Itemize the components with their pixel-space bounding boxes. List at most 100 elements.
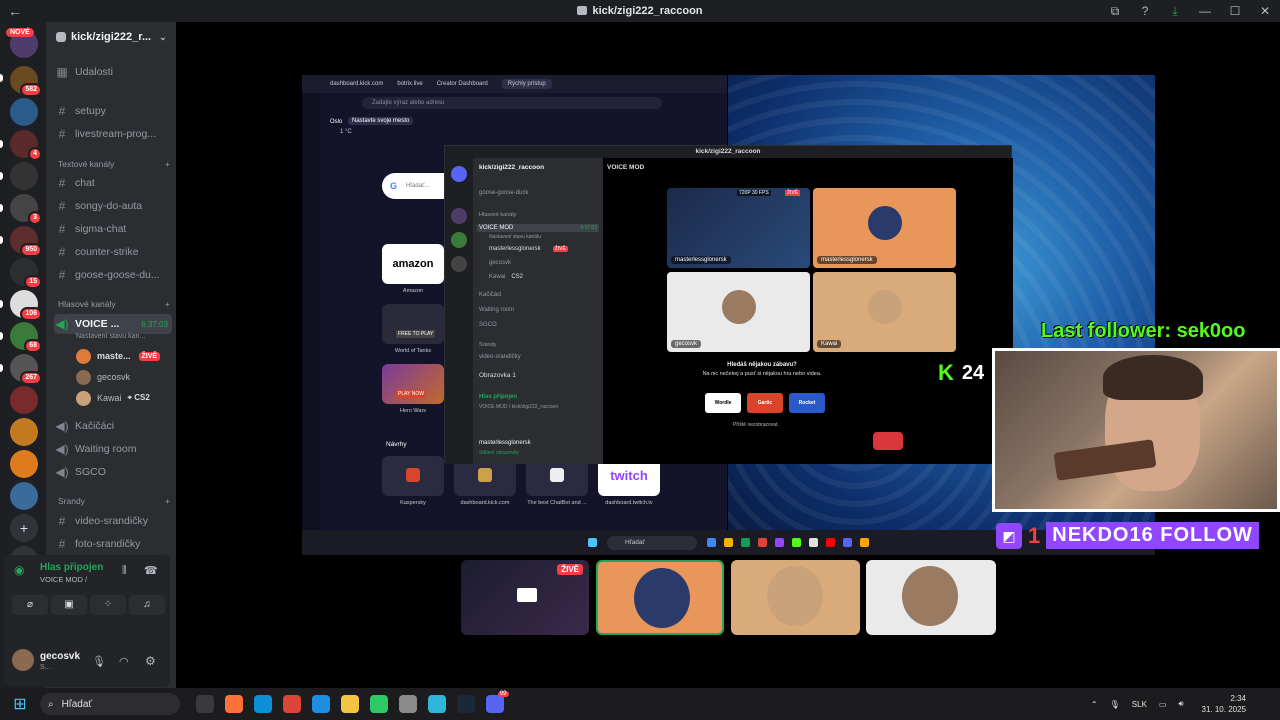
hash-icon: # [58, 222, 66, 236]
firefox-icon[interactable] [224, 695, 243, 713]
voice-channel-label[interactable]: VOICE MOD / [40, 575, 87, 584]
user-name[interactable]: gecosvk [40, 651, 80, 662]
server-icon[interactable] [10, 482, 38, 510]
category-srandy[interactable]: Srandy + [58, 496, 170, 506]
app-icon[interactable] [195, 695, 214, 713]
voice-channel[interactable]: ◀) Waiting room [54, 439, 172, 459]
server-icon[interactable] [10, 418, 38, 446]
avatar [76, 369, 91, 385]
disconnect-icon[interactable]: ☎ [144, 564, 158, 577]
chevron-up-icon[interactable]: ⌃ [1091, 700, 1098, 709]
help-icon[interactable]: ? [1130, 4, 1160, 18]
microphone-icon[interactable]: 🎙︎ [1110, 700, 1120, 709]
windows-start-icon[interactable]: ⊞ [0, 694, 40, 714]
channel-songy[interactable]: # songy-do-auta [54, 196, 172, 216]
steam-icon[interactable] [456, 695, 475, 713]
discord-icon[interactable]: 99 [485, 691, 509, 713]
participant-tile-kawai[interactable] [731, 560, 860, 635]
network-icon[interactable]: ▭ [1159, 700, 1167, 709]
windows-search[interactable]: ⌕ Hľadať [40, 693, 180, 715]
server-icon[interactable]: 68 [10, 322, 42, 353]
folder-icon[interactable] [340, 695, 359, 713]
add-server-icon[interactable]: + [10, 514, 38, 542]
server-icon[interactable]: 582 [10, 66, 42, 97]
speaker-icon: ◀) [55, 465, 69, 479]
volume-icon[interactable]: 🔊︎ [1178, 699, 1183, 709]
participant-tile-gecosvk[interactable] [866, 560, 996, 635]
google-icon: G [390, 181, 398, 191]
category-voice[interactable]: Hlasové kanály + [58, 299, 170, 309]
server-icon[interactable]: 950 [10, 226, 42, 257]
voice-channel[interactable]: ◀) Kačičáci [54, 416, 172, 436]
app-icon[interactable] [311, 695, 330, 713]
soundboard-button[interactable]: ♫ [129, 595, 165, 615]
app-icon[interactable] [427, 695, 446, 713]
headphones-icon[interactable]: ◠ [119, 655, 129, 668]
server-icon[interactable] [10, 98, 38, 126]
settings-gear-icon[interactable]: ⚙ [145, 654, 156, 668]
stream-viewer[interactable]: dashboard.kick.com botrix.live Creator Das… [176, 22, 1280, 688]
channel-setupy[interactable]: # setupy [54, 101, 172, 121]
edge-icon[interactable] [253, 695, 272, 713]
kick-logo-icon: K [938, 360, 954, 385]
server-icon[interactable]: 4 [10, 130, 42, 161]
voice-status-text[interactable]: Nastavení stavu kan... [76, 333, 145, 340]
browser-tabs: dashboard.kick.com botrix.live Creator Das… [302, 75, 727, 93]
unread-pill [0, 332, 3, 340]
activities-button[interactable]: ⁘ [90, 595, 126, 615]
camera-off-button[interactable]: ⌀ [12, 595, 48, 615]
download-icon[interactable]: ⤓ [1160, 4, 1190, 19]
unread-pill [0, 236, 3, 244]
channel-chat[interactable]: # chat [54, 173, 172, 193]
server-icon[interactable] [10, 450, 38, 478]
inbox-icon[interactable]: ⧉ [1100, 4, 1130, 19]
weather-temp: 1 °C [340, 129, 352, 135]
voice-connected-label[interactable]: Hlas připojen [40, 562, 103, 573]
app-icon[interactable] [398, 695, 417, 713]
unread-pill [0, 364, 3, 372]
participant-tile-stream[interactable]: ŽIVĚ [461, 560, 589, 635]
microphone-icon[interactable]: 🎙︎ [92, 655, 106, 668]
server-icon[interactable]: 3 [10, 194, 42, 225]
voice-user[interactable]: gecosvk [76, 368, 130, 386]
voice-user[interactable]: Kawai ⌖ CS2 [76, 389, 150, 407]
close-icon[interactable]: ✕ [1250, 4, 1280, 18]
server-icon[interactable] [10, 386, 38, 414]
server-header[interactable]: kick/zigi222_r... ⌄ [46, 22, 176, 52]
browser-address-bar: Zadajte výraz alebo adresu [362, 97, 662, 109]
unread-pill [0, 300, 3, 308]
server-icon[interactable]: 267 [10, 354, 42, 385]
chrome-icon[interactable] [282, 695, 301, 713]
inner-tile-stream: 720P 30 FPS ŽIVĚ masterlessglonersk [667, 188, 810, 268]
unread-pill [0, 74, 3, 82]
user-status: S... [40, 664, 51, 671]
minimize-icon[interactable]: — [1190, 4, 1220, 18]
channel-sigma[interactable]: # sigma-chat [54, 219, 172, 239]
voice-user[interactable]: maste... ŽIVĚ [76, 347, 161, 365]
channel-goose[interactable]: # goose-goose-du... [54, 265, 172, 285]
hash-icon: # [58, 176, 66, 190]
hash-icon: # [58, 127, 66, 141]
channel-foto[interactable]: # foto-srandičky [54, 534, 172, 554]
channel-livestream[interactable]: # livestream-prog... [54, 124, 172, 144]
channel-video[interactable]: # video-srandičky [54, 511, 172, 531]
maximize-icon[interactable]: ☐ [1220, 4, 1250, 18]
windows-taskbar: ⊞ ⌕ Hľadať 99 ⌃ 🎙︎ SLK ▭ 🔊︎ 2:34 31. 10. 2… [0, 688, 1280, 720]
app-icon[interactable] [369, 695, 388, 713]
events-item[interactable]: ▦ Udalosti [54, 62, 172, 82]
screen-share-button[interactable]: ▣ [51, 595, 87, 615]
arrow-left-icon[interactable]: ← [0, 3, 30, 19]
server-icon[interactable]: 15 [10, 258, 42, 289]
channel-counter-strike[interactable]: # counter-strike [54, 242, 172, 262]
participant-tile-avatar[interactable] [596, 560, 724, 635]
server-icon[interactable]: 106 [10, 290, 42, 321]
server-icon[interactable] [10, 162, 38, 190]
avatar[interactable] [12, 649, 34, 671]
category-text[interactable]: Textové kanály + [58, 159, 170, 169]
language-indicator[interactable]: SLK [1132, 700, 1147, 709]
voice-channel[interactable]: ◀) SGCO [54, 462, 172, 482]
voice-channel-active[interactable]: ◀) VOICE ... 6:37:03 [54, 314, 172, 334]
clock[interactable]: 2:34 31. 10. 2025 [1196, 693, 1252, 715]
noise-suppression-icon[interactable]: ⫼ [122, 565, 127, 576]
streamer-hair [1103, 355, 1203, 400]
